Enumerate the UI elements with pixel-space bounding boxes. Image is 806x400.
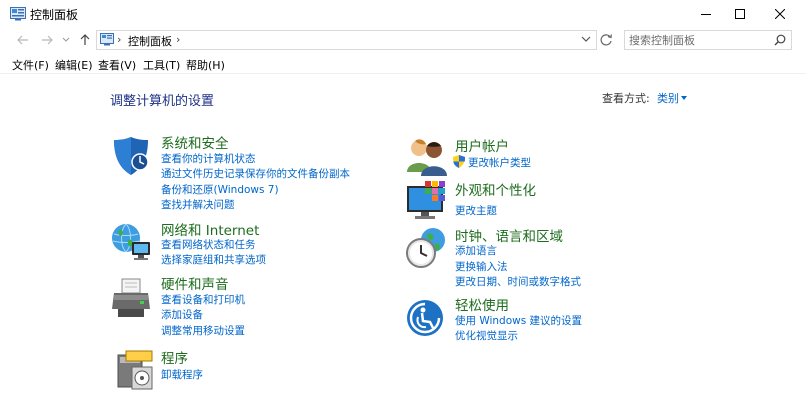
- monitor-palette-icon: [407, 181, 445, 219]
- arrow-left-icon: [17, 35, 28, 45]
- maximize-icon: [735, 9, 745, 19]
- category-title[interactable]: 网络和 Internet: [161, 219, 259, 239]
- arrow-up-icon: [80, 34, 90, 45]
- up-button[interactable]: [76, 32, 94, 48]
- link-view-computer-status[interactable]: 查看你的计算机状态: [161, 151, 256, 166]
- back-button[interactable]: [14, 32, 32, 48]
- menu-file[interactable]: 文件(F): [12, 57, 49, 73]
- search-icon[interactable]: [774, 34, 786, 46]
- menu-edit[interactable]: 编辑(E): [55, 57, 93, 73]
- link-change-theme[interactable]: 更改主题: [455, 203, 497, 218]
- printer-icon: [112, 278, 150, 317]
- recent-locations-button[interactable]: [60, 32, 72, 48]
- refresh-icon[interactable]: [598, 32, 614, 48]
- category-title[interactable]: 硬件和声音: [161, 273, 229, 293]
- forward-button[interactable]: [38, 32, 56, 48]
- uac-shield-icon: [453, 155, 465, 168]
- breadcrumb-separator[interactable]: ›: [176, 33, 180, 46]
- link-change-date-time-format[interactable]: 更改日期、时间或数字格式: [455, 274, 581, 289]
- view-by-label: 查看方式:: [602, 92, 650, 105]
- view-by-dropdown[interactable]: 类别: [657, 90, 679, 106]
- link-mobility-settings[interactable]: 调整常用移动设置: [161, 323, 245, 338]
- category-title[interactable]: 外观和个性化: [455, 179, 536, 199]
- search-input[interactable]: [629, 32, 769, 48]
- minimize-icon: [701, 14, 711, 15]
- link-devices-printers[interactable]: 查看设备和打印机: [161, 292, 245, 307]
- link-optimize-visual-display[interactable]: 优化视觉显示: [455, 328, 518, 343]
- menu-view[interactable]: 查看(V): [98, 57, 136, 73]
- link-homegroup-sharing[interactable]: 选择家庭组和共享选项: [161, 252, 266, 267]
- title-bar: 控制面板: [0, 0, 806, 28]
- globe-network-icon: [112, 223, 150, 260]
- ease-of-access-icon: [407, 300, 443, 336]
- category-title[interactable]: 用户帐户: [455, 135, 509, 155]
- category-title[interactable]: 系统和安全: [161, 132, 229, 152]
- chevron-down-icon: [62, 37, 70, 42]
- navigation-bar: › 控制面板 ›: [0, 28, 806, 52]
- search-box[interactable]: [624, 30, 792, 50]
- chevron-down-icon[interactable]: [581, 35, 591, 43]
- menu-bar: 文件(F) 编辑(E) 查看(V) 工具(T) 帮助(H): [0, 55, 806, 73]
- link-troubleshoot[interactable]: 查找并解决问题: [161, 197, 235, 212]
- page-title: 调整计算机的设置: [110, 94, 215, 109]
- address-bar[interactable]: › 控制面板 ›: [96, 30, 597, 50]
- control-panel-content: 调整计算机的设置 查看方式: 类别 系统和安全 查看你的计算机状态 通过文件历史…: [0, 74, 806, 400]
- menu-tools[interactable]: 工具(T): [143, 57, 180, 73]
- arrow-right-icon: [42, 35, 53, 45]
- link-add-device[interactable]: 添加设备: [161, 307, 203, 322]
- breadcrumb-separator[interactable]: ›: [117, 33, 121, 46]
- category-title[interactable]: 时钟、语言和区域: [455, 225, 563, 245]
- link-network-status[interactable]: 查看网络状态和任务: [161, 237, 256, 252]
- caret-down-icon[interactable]: [681, 96, 687, 100]
- category-title[interactable]: 程序: [161, 347, 188, 367]
- close-icon: [775, 9, 785, 19]
- users-icon: [407, 139, 447, 176]
- window-title: 控制面板: [30, 8, 79, 22]
- link-windows-recommended-settings[interactable]: 使用 Windows 建议的设置: [455, 313, 582, 328]
- menu-help[interactable]: 帮助(H): [186, 57, 225, 73]
- control-panel-icon: [10, 7, 26, 21]
- link-file-history-backup[interactable]: 通过文件历史记录保存你的文件备份副本: [161, 166, 350, 181]
- control-panel-icon: [100, 33, 114, 46]
- link-uninstall-program[interactable]: 卸载程序: [161, 367, 203, 382]
- close-button[interactable]: [757, 0, 803, 28]
- link-backup-restore[interactable]: 备份和还原(Windows 7): [161, 182, 279, 197]
- shield-icon: [114, 137, 149, 175]
- breadcrumb-control-panel[interactable]: 控制面板: [128, 33, 172, 49]
- programs-icon: [117, 350, 153, 390]
- link-change-input-method[interactable]: 更换输入法: [455, 259, 508, 274]
- link-change-account-type[interactable]: 更改帐户类型: [468, 155, 531, 170]
- clock-globe-icon: [406, 228, 445, 268]
- category-title[interactable]: 轻松使用: [455, 294, 509, 314]
- link-add-language[interactable]: 添加语言: [455, 243, 497, 258]
